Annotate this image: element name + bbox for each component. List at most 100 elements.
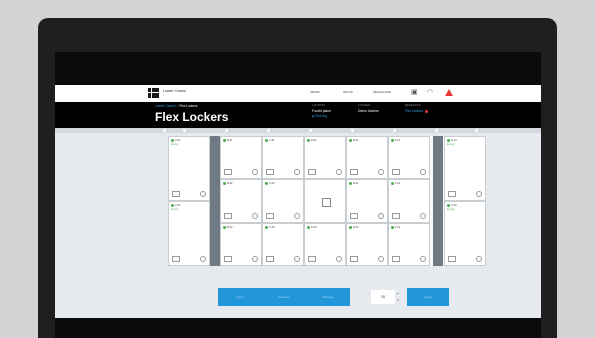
locker-cell[interactable]: A-02 Empty — [168, 201, 210, 266]
locker-cell[interactable]: B-01 — [220, 136, 262, 179]
strip-dot-icon — [309, 129, 312, 132]
locker-status: Empty — [171, 143, 179, 146]
locker-cell[interactable]: D-03 — [304, 223, 346, 266]
locker-cell[interactable]: C-03 — [262, 223, 304, 266]
app-screen: Locker Control ADMIN SETUP MESSAGING ▣ ◠… — [55, 52, 541, 338]
meta-label-location: LOCATION — [312, 104, 326, 107]
info-icon[interactable] — [336, 169, 342, 175]
locker-cell[interactable]: C-01 — [262, 136, 304, 179]
locker-cell[interactable]: F-02 — [388, 179, 430, 223]
meta-label-messaging: MESSAGING — [405, 104, 421, 107]
locker-cell[interactable]: E-03 — [346, 223, 388, 266]
chevron-down-icon[interactable]: ▾ — [397, 298, 399, 302]
nav-item-setup[interactable]: SETUP — [343, 90, 353, 94]
info-icon[interactable] — [476, 191, 482, 197]
status-dot-icon — [425, 109, 429, 113]
locker-cell[interactable]: A-01 Empty — [168, 136, 210, 201]
info-icon[interactable] — [378, 169, 384, 175]
locker-canvas: A-01 Empty A-02 Empty B-01 C-01 D-01 E-0… — [55, 128, 541, 318]
locker-number: G-02 — [447, 204, 457, 207]
locker-status: Empty — [447, 143, 455, 146]
info-icon[interactable] — [252, 169, 258, 175]
screen-bottom-area — [55, 318, 541, 338]
info-icon[interactable] — [200, 256, 206, 262]
meta-value-messaging[interactable]: Flex Lockers — [405, 109, 429, 113]
locker-status: Empty — [447, 208, 455, 211]
release-button[interactable]: Release — [306, 288, 350, 306]
info-icon[interactable] — [294, 169, 300, 175]
info-icon[interactable] — [378, 256, 384, 262]
grid-icon[interactable]: ▣ — [411, 89, 418, 96]
meta-label-lockers: LOCKERS — [358, 104, 371, 107]
breadcrumb-parent-link[interactable]: Locker Control — [155, 104, 176, 108]
locker-number: C-01 — [265, 139, 275, 142]
locker-number: E-01 — [349, 139, 358, 142]
locker-cell[interactable]: F-01 — [388, 136, 430, 179]
strip-dot-icon — [183, 129, 186, 132]
open-button[interactable]: Open — [218, 288, 262, 306]
locker-cabinet: A-01 Empty A-02 Empty B-01 C-01 D-01 E-0… — [168, 136, 486, 266]
locker-number: A-02 — [171, 204, 180, 207]
apply-button[interactable]: Apply — [407, 288, 449, 306]
cabinet-top-strip — [55, 128, 541, 133]
info-icon[interactable] — [476, 256, 482, 262]
test-log-label: Test log — [315, 114, 327, 118]
info-icon[interactable] — [378, 213, 384, 219]
log-icon: ▤ — [312, 114, 316, 118]
info-icon[interactable] — [336, 256, 342, 262]
info-icon[interactable] — [252, 256, 258, 262]
info-icon[interactable] — [420, 256, 426, 262]
locker-number: E-03 — [349, 226, 358, 229]
key-icon — [266, 256, 274, 262]
locker-number: D-01 — [307, 139, 317, 142]
test-log-link[interactable]: ▤ Test log — [312, 114, 327, 118]
top-navigation-bar: Locker Control ADMIN SETUP MESSAGING ▣ ◠ — [55, 85, 541, 102]
locker-number: D-03 — [307, 226, 317, 229]
locker-number: F-01 — [391, 139, 400, 142]
key-icon — [266, 169, 274, 175]
meta-value-lockers: Demo lockers — [358, 109, 379, 113]
locker-cell[interactable]: B-03 — [220, 223, 262, 266]
key-icon — [448, 191, 456, 197]
quantity-stepper[interactable]: ▴ ▾ — [395, 290, 401, 304]
info-icon[interactable] — [420, 169, 426, 175]
locker-number: B-03 — [223, 226, 232, 229]
locker-cell[interactable]: G-02 Empty — [444, 201, 486, 266]
locker-cell[interactable]: C-02 — [262, 179, 304, 223]
breadcrumb-current: Flex Lockers — [179, 104, 198, 108]
key-icon — [224, 169, 232, 175]
info-icon[interactable] — [252, 213, 258, 219]
key-icon — [224, 213, 232, 219]
locker-number: F-03 — [391, 226, 400, 229]
info-icon[interactable] — [200, 191, 206, 197]
locker-cell[interactable]: F-03 — [388, 223, 430, 266]
key-icon — [392, 213, 400, 219]
key-icon — [266, 213, 274, 219]
info-icon[interactable] — [420, 213, 426, 219]
locker-number: B-02 — [223, 182, 232, 185]
locker-number: E-02 — [349, 182, 358, 185]
locker-cell-terminal[interactable] — [304, 179, 346, 223]
strip-dot-icon — [267, 129, 270, 132]
reserve-button[interactable]: Reserve — [262, 288, 306, 306]
quantity-input[interactable]: 20 — [371, 290, 395, 304]
info-icon[interactable] — [294, 213, 300, 219]
nav-item-messaging[interactable]: MESSAGING — [373, 90, 391, 94]
key-icon — [350, 256, 358, 262]
info-icon[interactable] — [294, 256, 300, 262]
locker-cell[interactable]: G-01 Empty — [444, 136, 486, 201]
bell-icon[interactable]: ◠ — [427, 89, 433, 96]
app-name: Locker Control — [163, 89, 186, 93]
key-icon — [172, 191, 180, 197]
locker-number: C-03 — [265, 226, 275, 229]
locker-number: G-01 — [447, 139, 457, 142]
chevron-up-icon[interactable]: ▴ — [397, 291, 399, 295]
locker-number: F-02 — [391, 182, 400, 185]
locker-cell[interactable]: E-02 — [346, 179, 388, 223]
locker-cell[interactable]: D-01 — [304, 136, 346, 179]
locker-cell[interactable]: B-02 — [220, 179, 262, 223]
alert-icon[interactable] — [445, 89, 453, 96]
key-icon — [224, 256, 232, 262]
nav-item-admin[interactable]: ADMIN — [310, 90, 320, 94]
locker-cell[interactable]: E-01 — [346, 136, 388, 179]
